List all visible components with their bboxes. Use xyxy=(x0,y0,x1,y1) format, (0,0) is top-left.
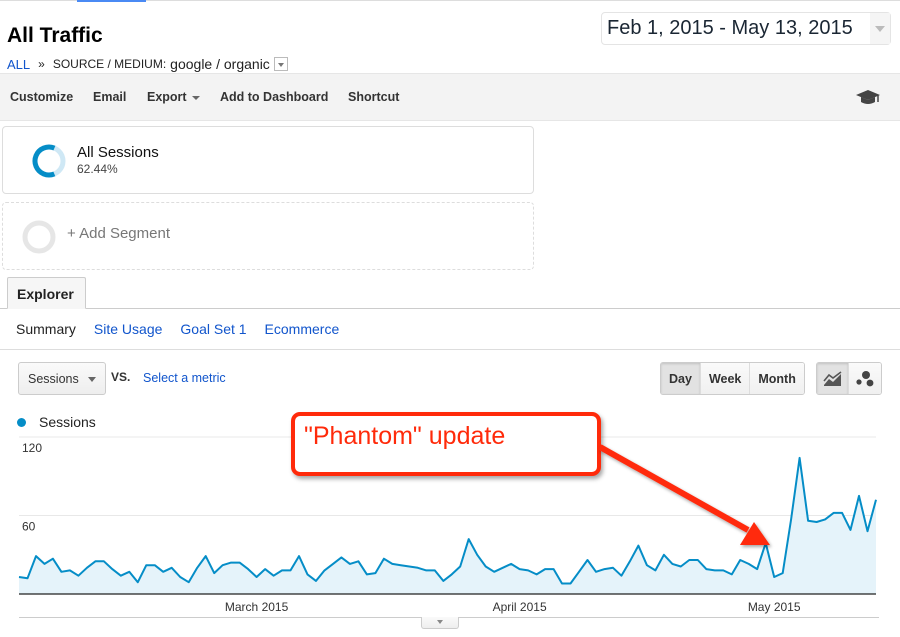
vs-label: VS. xyxy=(111,370,131,384)
explorer-subtabs: Summary Site Usage Goal Set 1 Ecommerce xyxy=(16,321,339,337)
motion-chart-button[interactable] xyxy=(849,363,881,394)
day-button[interactable]: Day xyxy=(661,363,701,394)
subtab-site-usage[interactable]: Site Usage xyxy=(94,321,162,337)
month-button[interactable]: Month xyxy=(750,363,804,394)
tab-bar-line xyxy=(0,308,900,309)
metric-select-value: Sessions xyxy=(28,372,79,386)
dimension-dropdown-button[interactable] xyxy=(273,57,288,71)
y-tick-label-120: 120 xyxy=(22,441,42,455)
chevron-down-icon[interactable] xyxy=(870,13,890,44)
caret-down-icon xyxy=(191,95,200,100)
metric-select[interactable]: Sessions xyxy=(18,362,106,395)
email-button[interactable]: Email xyxy=(93,90,126,104)
shortcut-button[interactable]: Shortcut xyxy=(348,90,399,104)
breadcrumb-separator: » xyxy=(38,57,45,71)
add-segment-card[interactable]: + Add Segment xyxy=(2,202,534,270)
caret-down-icon xyxy=(88,377,96,382)
subtab-ecommerce[interactable]: Ecommerce xyxy=(265,321,340,337)
callout-text: "Phantom" update xyxy=(304,422,506,450)
segment-percent: 62.44% xyxy=(77,162,118,176)
dimension-value: google / organic xyxy=(170,56,270,72)
graduation-cap-icon[interactable] xyxy=(856,89,880,107)
segment-all-sessions[interactable]: All Sessions 62.44% xyxy=(2,126,534,194)
week-button[interactable]: Week xyxy=(700,363,751,394)
x-tick-label: March 2015 xyxy=(225,600,289,614)
dimension-label: SOURCE / MEDIUM: xyxy=(52,57,167,71)
export-label: Export xyxy=(147,90,187,104)
sessions-area xyxy=(19,457,876,594)
chart-type-toggle xyxy=(816,362,882,395)
collapse-chart-button[interactable] xyxy=(421,617,459,629)
report-toolbar: Customize Email Export Add to Dashboard … xyxy=(0,73,900,121)
tab-explorer[interactable]: Explorer xyxy=(7,277,86,309)
granularity-toggle: Day Week Month xyxy=(660,362,805,395)
x-tick-label: April 2015 xyxy=(493,600,547,614)
add-to-dashboard-button[interactable]: Add to Dashboard xyxy=(220,90,328,104)
export-button[interactable]: Export xyxy=(147,90,200,104)
page-title: All Traffic xyxy=(7,24,103,47)
subtab-summary[interactable]: Summary xyxy=(16,321,76,337)
legend-label-sessions: Sessions xyxy=(39,414,96,430)
divider xyxy=(0,349,900,350)
y-tick-label-60: 60 xyxy=(22,520,36,534)
select-metric-link[interactable]: Select a metric xyxy=(143,371,226,385)
active-nav-indicator xyxy=(77,0,146,2)
subtab-goal-set-1[interactable]: Goal Set 1 xyxy=(180,321,246,337)
chart-legend: Sessions xyxy=(17,414,96,430)
date-range-text: Feb 1, 2015 - May 13, 2015 xyxy=(607,17,853,39)
segment-name: All Sessions xyxy=(77,144,159,161)
line-chart-button[interactable] xyxy=(817,363,849,394)
segment-donut-icon xyxy=(32,144,66,178)
x-tick-label: May 2015 xyxy=(748,600,801,614)
legend-dot-sessions xyxy=(17,417,26,427)
empty-segment-donut-icon xyxy=(22,220,56,254)
breadcrumb-all-link[interactable]: ALL xyxy=(7,57,30,72)
breadcrumb: ALL » SOURCE / MEDIUM: google / organic xyxy=(7,56,288,72)
customize-button[interactable]: Customize xyxy=(10,90,73,104)
motion-chart-icon xyxy=(856,370,874,386)
line-chart-icon xyxy=(822,370,841,386)
add-segment-button[interactable]: + Add Segment xyxy=(67,225,170,242)
phantom-update-callout: "Phantom" update xyxy=(291,412,601,476)
date-range-picker[interactable]: Feb 1, 2015 - May 13, 2015 xyxy=(601,12,891,45)
